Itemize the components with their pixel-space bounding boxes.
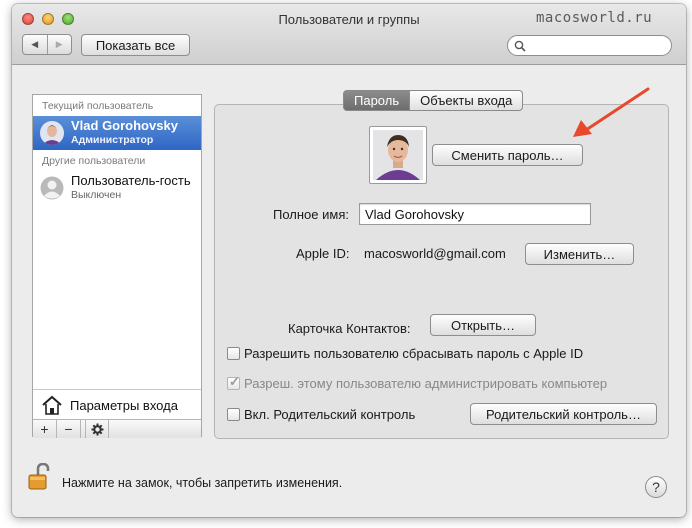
tab-password[interactable]: Пароль [343, 90, 411, 111]
show-all-button[interactable]: Показать все [81, 34, 190, 56]
help-button[interactable]: ? [645, 476, 667, 498]
current-user-header: Текущий пользователь [42, 100, 154, 112]
user-name: Vlad Gorohovsky [71, 118, 178, 133]
reset-password-label: Разрешить пользователю сбрасывать пароль… [244, 346, 584, 361]
contacts-card-label: Карточка Контактов: [288, 321, 411, 336]
user-photo[interactable] [369, 126, 427, 184]
change-password-button[interactable]: Сменить пароль… [432, 144, 583, 166]
user-role: Администратор [71, 134, 154, 146]
parental-controls-button[interactable]: Родительский контроль… [470, 403, 657, 425]
reset-password-checkbox[interactable] [227, 347, 240, 360]
search-input[interactable] [507, 35, 672, 56]
tab-bar: Пароль Объекты входа [343, 90, 524, 111]
admin-label: Разреш. этому пользователю администриров… [244, 376, 608, 391]
full-name-field[interactable]: Vlad Gorohovsky [359, 203, 591, 225]
checkmark-icon: ✓ [229, 374, 240, 389]
watermark: macosworld.ru [536, 10, 653, 26]
full-name-label: Полное имя: [273, 207, 349, 222]
user-row-guest[interactable]: Пользователь-гость Выключен [33, 171, 201, 205]
login-options-item[interactable]: Параметры входа [33, 389, 201, 420]
search-icon [514, 40, 526, 52]
forward-arrow-icon[interactable]: ▶ [46, 35, 72, 54]
lock-hint: Нажмите на замок, чтобы запретить измене… [62, 476, 343, 490]
sidebar-toolbar: + − [33, 419, 201, 438]
lock-icon[interactable] [28, 463, 50, 491]
annotation-arrow-icon [573, 87, 650, 137]
user-row-vlad[interactable]: Vlad Gorohovsky Администратор [33, 116, 201, 150]
apple-id-change-button[interactable]: Изменить… [525, 243, 634, 265]
parental-controls-checkbox[interactable] [227, 408, 240, 421]
user-name: Пользователь-гость [71, 173, 191, 188]
admin-checkbox[interactable]: ✓ [227, 374, 240, 390]
parental-controls-label: Вкл. Родительский контроль [244, 407, 416, 422]
house-icon [42, 395, 62, 415]
other-users-header: Другие пользователи [42, 155, 146, 167]
gear-icon [91, 423, 103, 435]
action-menu-button[interactable] [85, 420, 109, 438]
user-avatar [40, 121, 64, 145]
preferences-window: Пользователи и группы macosworld.ru ◀ ▶ … [12, 4, 686, 517]
back-arrow-icon[interactable]: ◀ [23, 35, 47, 54]
title-bar: Пользователи и группы macosworld.ru ◀ ▶ … [12, 4, 686, 65]
remove-user-button[interactable]: − [57, 420, 81, 438]
apple-id-value: macosworld@gmail.com [364, 246, 506, 261]
user-list: Текущий пользователь Vlad Gorohovsky Адм… [32, 94, 202, 438]
back-forward-control: ◀ ▶ [22, 34, 72, 55]
tab-login-items[interactable]: Объекты входа [410, 90, 524, 111]
add-user-button[interactable]: + [33, 420, 57, 438]
user-role: Выключен [71, 189, 122, 201]
apple-id-label: Apple ID: [296, 246, 350, 261]
open-contacts-button[interactable]: Открыть… [430, 314, 536, 336]
login-options-label: Параметры входа [70, 398, 178, 413]
guest-avatar-icon [40, 176, 64, 200]
user-photo-image [373, 130, 423, 180]
